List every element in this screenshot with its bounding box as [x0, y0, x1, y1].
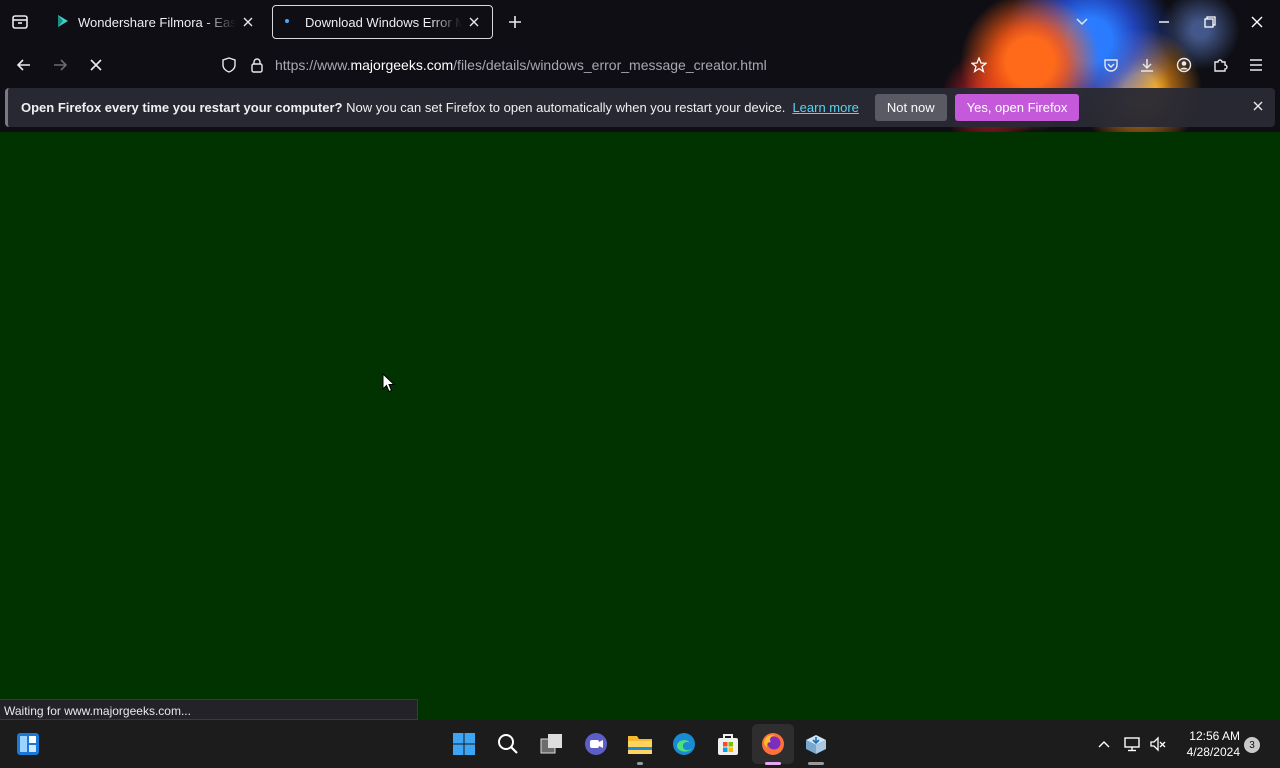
active-indicator — [765, 762, 781, 765]
file-explorer-icon[interactable] — [624, 728, 656, 760]
network-icon[interactable] — [1120, 728, 1144, 760]
show-hidden-icons-chevron-icon[interactable] — [1092, 728, 1116, 760]
url-path: /files/details/windows_error_message_cre… — [453, 57, 767, 73]
browser-chrome: Wondershare Filmora - Easy-to Download W… — [0, 0, 1280, 132]
clock-date: 4/28/2024 — [1186, 745, 1240, 759]
minimize-icon[interactable] — [1152, 10, 1176, 34]
widgets-icon[interactable] — [12, 728, 44, 760]
search-icon[interactable] — [492, 728, 524, 760]
tab-download-windows-error[interactable]: Download Windows Error Mess — [272, 5, 493, 39]
learn-more-link[interactable]: Learn more — [792, 100, 858, 115]
page-content — [0, 132, 1280, 720]
menu-hamburger-icon[interactable] — [1245, 54, 1267, 76]
back-icon[interactable] — [12, 53, 36, 77]
loading-dot-icon — [283, 14, 297, 31]
url-prefix: https://www. — [275, 57, 351, 73]
not-now-button[interactable]: Not now — [874, 94, 947, 121]
stop-loading-icon[interactable] — [84, 53, 108, 77]
new-tab-icon[interactable] — [503, 10, 527, 34]
extensions-puzzle-icon[interactable] — [1209, 54, 1231, 76]
tab-title: Download Windows Error Mess — [305, 14, 462, 30]
notification-text: Now you can set Firefox to open automati… — [342, 100, 786, 115]
close-icon[interactable] — [240, 14, 256, 30]
window-close-icon[interactable] — [1245, 10, 1269, 34]
mouse-cursor-icon — [382, 372, 396, 398]
status-panel: Waiting for www.majorgeeks.com... — [0, 699, 418, 720]
task-view-icon[interactable] — [536, 728, 568, 760]
notification-count-badge[interactable]: 3 — [1244, 737, 1260, 753]
lock-icon[interactable] — [246, 54, 268, 76]
tracking-protection-shield-icon[interactable] — [218, 54, 240, 76]
close-icon[interactable] — [466, 14, 482, 30]
running-indicator — [637, 762, 643, 765]
notification-bold-text: Open Firefox every time you restart your… — [21, 100, 343, 115]
app-installer-icon[interactable] — [800, 728, 832, 760]
tab-filmora[interactable]: Wondershare Filmora - Easy-to — [46, 5, 266, 39]
url-bar[interactable]: https://www. majorgeeks.com/files/details… — [275, 49, 935, 81]
edge-browser-icon[interactable] — [668, 728, 700, 760]
url-host: majorgeeks.com — [350, 57, 454, 73]
filmora-icon — [56, 14, 70, 31]
forward-icon[interactable] — [48, 53, 72, 77]
downloads-icon[interactable] — [1136, 54, 1158, 76]
pocket-icon[interactable] — [1100, 54, 1122, 76]
volume-muted-icon[interactable] — [1146, 728, 1170, 760]
start-windows-icon[interactable] — [448, 728, 480, 760]
default-browser-notification: Open Firefox every time you restart your… — [5, 88, 1275, 127]
close-icon[interactable] — [1253, 99, 1263, 114]
account-icon[interactable] — [1173, 54, 1195, 76]
teams-chat-icon[interactable] — [580, 728, 612, 760]
running-indicator — [808, 762, 824, 765]
restore-icon[interactable] — [1198, 10, 1222, 34]
list-all-tabs-icon[interactable] — [1072, 12, 1092, 32]
tab-strip: Wondershare Filmora - Easy-to Download W… — [0, 0, 1280, 44]
microsoft-store-icon[interactable] — [712, 728, 744, 760]
yes-open-firefox-button[interactable]: Yes, open Firefox — [954, 94, 1080, 121]
notification-message: Open Firefox every time you restart your… — [21, 100, 785, 115]
system-clock[interactable]: 12:56 AM 4/28/2024 — [1176, 728, 1240, 760]
bookmark-star-icon[interactable] — [968, 54, 990, 76]
firefox-icon[interactable] — [757, 728, 789, 760]
navigation-toolbar: https://www. majorgeeks.com/files/details… — [0, 44, 1280, 86]
windows-taskbar: 12:56 AM 4/28/2024 — [0, 720, 1280, 768]
clock-time: 12:56 AM — [1189, 729, 1240, 743]
firefox-view-icon[interactable] — [8, 10, 32, 34]
tab-title: Wondershare Filmora - Easy-to — [78, 14, 236, 30]
